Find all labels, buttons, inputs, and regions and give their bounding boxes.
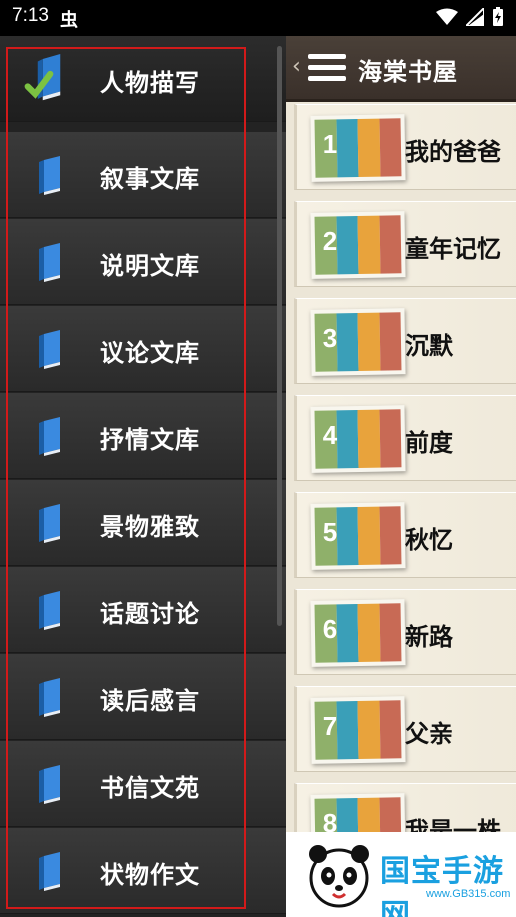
app-title: 海棠书屋	[358, 58, 458, 86]
book-icon	[39, 504, 60, 543]
item-number: 5	[322, 517, 338, 547]
notification-icon: 虫	[60, 10, 78, 31]
drawer-item-duhou[interactable]: 读后感言	[0, 654, 286, 740]
panda-logo-icon	[309, 845, 369, 908]
drawer-item-label: 书信文苑	[100, 774, 200, 802]
list-item[interactable]: 6 新路	[294, 589, 516, 675]
drawer-item-label: 抒情文库	[100, 426, 200, 454]
list-item[interactable]: 1 我的爸爸	[294, 104, 516, 190]
item-title: 秋忆	[405, 526, 453, 554]
book-icon	[39, 417, 60, 456]
book-icon	[39, 591, 60, 630]
drawer-item-huati[interactable]: 话题讨论	[0, 567, 286, 653]
item-title: 父亲	[405, 720, 453, 748]
book-icon	[39, 156, 60, 195]
item-number: 4	[322, 420, 338, 450]
watermark-brand: 国宝手游网	[380, 854, 504, 917]
list-item[interactable]: 2 童年记忆	[294, 201, 516, 287]
watermark: 国宝手游网 www.GB315.com	[286, 832, 516, 917]
drawer-item-jingwu[interactable]: 景物雅致	[0, 480, 286, 566]
drawer-item-label: 叙事文库	[100, 165, 200, 193]
drawer-item-shuqing[interactable]: 抒情文库	[0, 393, 286, 479]
list-item[interactable]: 4 前度	[294, 395, 516, 481]
item-number: 6	[322, 614, 338, 644]
drawer-item-label: 景物雅致	[100, 513, 200, 541]
book-icon	[39, 852, 60, 891]
drawer-item-label: 话题讨论	[100, 600, 200, 628]
book-icon	[39, 765, 60, 804]
drawer-item-xushi[interactable]: 叙事文库	[0, 132, 286, 218]
drawer-item-label: 状物作文	[100, 861, 200, 889]
status-icons	[436, 7, 504, 27]
list-item[interactable]: 7 父亲	[294, 686, 516, 772]
list-item[interactable]: 5 秋忆	[294, 492, 516, 578]
drawer-item-yilun[interactable]: 议论文库	[0, 306, 286, 392]
battery-charging-icon	[493, 7, 503, 26]
book-checked-icon	[24, 54, 61, 101]
drawer-item-renwu[interactable]: 人物描写	[0, 36, 286, 122]
navigation-drawer: 人物描写 叙事文库 说明文库 议论文库 抒情文库 景物雅致 话题讨论 读后感言 …	[0, 36, 286, 917]
status-time: 7:13	[12, 5, 49, 26]
item-title: 童年记忆	[405, 235, 501, 263]
drawer-item-label: 读后感言	[100, 687, 200, 715]
book-icon	[39, 678, 60, 717]
drawer-item-zhuangwu[interactable]: 状物作文	[0, 828, 286, 914]
wifi-icon	[436, 8, 458, 25]
item-number: 7	[322, 711, 338, 741]
item-title: 沉默	[405, 332, 453, 360]
drawer-item-shuxin[interactable]: 书信文苑	[0, 741, 286, 827]
item-title: 新路	[405, 623, 453, 651]
main-content: ‹ 海棠书屋 1 我的爸爸 2 童年记忆 3 沉默 4 前度 5 秋忆 6 新路	[286, 36, 516, 917]
item-title: 我的爸爸	[405, 138, 501, 166]
drawer-item-label: 说明文库	[100, 252, 200, 280]
status-bar: 7:13 虫	[0, 0, 516, 36]
item-number: 3	[322, 323, 338, 353]
item-number: 2	[322, 226, 338, 256]
menu-icon[interactable]	[308, 54, 346, 82]
book-icon	[39, 243, 60, 282]
watermark-url: www.GB315.com	[426, 888, 511, 900]
item-number: 1	[322, 129, 338, 159]
app-header: ‹ 海棠书屋	[286, 36, 516, 102]
drawer-item-shuoming[interactable]: 说明文库	[0, 219, 286, 305]
list-item[interactable]: 3 沉默	[294, 298, 516, 384]
book-icon	[39, 330, 60, 369]
item-title: 前度	[405, 429, 453, 457]
drawer-item-label: 人物描写	[100, 69, 200, 97]
signal-icon	[466, 8, 484, 26]
drawer-item-label: 议论文库	[100, 339, 200, 367]
chevron-left-icon[interactable]: ‹	[292, 54, 301, 79]
drawer-scrollbar[interactable]	[277, 46, 282, 626]
